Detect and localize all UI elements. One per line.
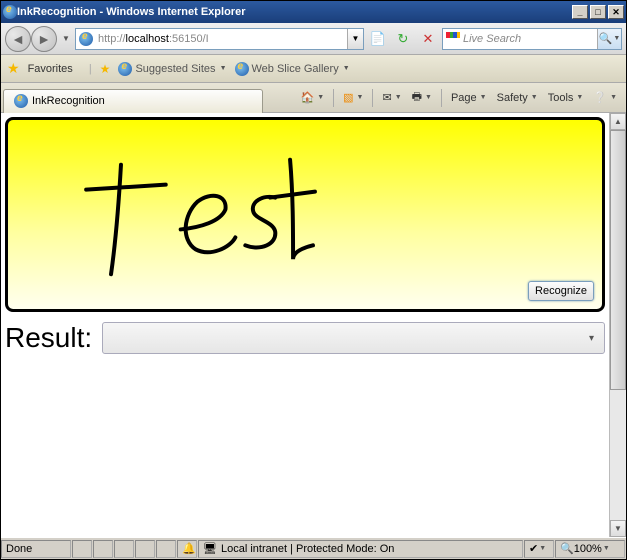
- favorites-label[interactable]: Favorites: [28, 63, 73, 75]
- compat-view-button[interactable]: 📄: [367, 28, 389, 50]
- status-popup-icon[interactable]: 🔔: [177, 540, 197, 558]
- refresh-button[interactable]: ↻: [392, 28, 414, 50]
- tools-menu[interactable]: Tools▼: [545, 90, 587, 106]
- address-bar[interactable]: http://localhost:56150/I ▼: [75, 28, 364, 50]
- back-button[interactable]: ◄: [5, 26, 31, 52]
- ink-strokes: [8, 120, 602, 309]
- scroll-up-button[interactable]: ▲: [610, 113, 626, 130]
- status-bar: Done 🔔 🖥 Local intranet | Protected Mode…: [1, 537, 626, 559]
- favorites-bar: ★ Favorites | ★ Suggested Sites ▼ Web Sl…: [1, 55, 626, 83]
- favorites-star-icon[interactable]: ★: [7, 60, 20, 77]
- ie-icon: [118, 62, 132, 76]
- page-body: Recognize Result: ▾: [1, 113, 609, 537]
- zone-icon: 🖥: [203, 542, 217, 555]
- maximize-button[interactable]: □: [590, 5, 606, 19]
- home-button[interactable]: 🏠▼: [298, 89, 328, 106]
- ie-window: InkRecognition - Windows Internet Explor…: [0, 0, 627, 560]
- print-button[interactable]: 🖶▼: [409, 86, 435, 109]
- status-zone[interactable]: 🖥 Local intranet | Protected Mode: On: [198, 540, 523, 558]
- stop-button[interactable]: ✕: [417, 28, 439, 50]
- zoom-icon: 🔍: [560, 542, 574, 555]
- result-row: Result: ▾: [5, 322, 605, 354]
- help-button[interactable]: ❔▼: [590, 89, 620, 106]
- nav-toolbar: ◄ ► ▼ http://localhost:56150/I ▼ 📄 ↻ ✕ L…: [1, 23, 626, 55]
- command-bar: 🏠▼ ▧▼ ✉▼ 🖶▼ Page▼ Safety▼ Tools▼ ❔▼: [263, 86, 626, 109]
- nav-history-dropdown[interactable]: ▼: [60, 34, 72, 43]
- ink-canvas[interactable]: Recognize: [5, 117, 605, 312]
- search-placeholder: Live Search: [463, 33, 597, 45]
- minimize-button[interactable]: _: [572, 5, 588, 19]
- titlebar[interactable]: InkRecognition - Windows Internet Explor…: [1, 1, 626, 23]
- suggested-sites-link[interactable]: Suggested Sites ▼: [118, 62, 226, 76]
- close-button[interactable]: ✕: [608, 5, 624, 19]
- status-done: Done: [1, 540, 71, 558]
- tab-title: InkRecognition: [32, 95, 105, 107]
- add-favorite-icon[interactable]: ★: [100, 62, 111, 76]
- window-title: InkRecognition - Windows Internet Explor…: [17, 6, 570, 18]
- search-box[interactable]: Live Search 🔍▼: [442, 28, 622, 50]
- status-mode-icon[interactable]: ✔▼: [524, 540, 554, 558]
- chevron-down-icon: ▾: [589, 333, 594, 344]
- search-button[interactable]: 🔍▼: [597, 29, 621, 49]
- recognize-button[interactable]: Recognize: [528, 281, 594, 301]
- scroll-down-button[interactable]: ▼: [610, 520, 626, 537]
- mail-button[interactable]: ✉▼: [379, 89, 404, 106]
- result-combobox[interactable]: ▾: [102, 322, 605, 354]
- result-label: Result:: [5, 322, 92, 354]
- ie-icon: [3, 5, 17, 19]
- vertical-scrollbar[interactable]: ▲ ▼: [609, 113, 626, 537]
- page-menu[interactable]: Page▼: [448, 90, 490, 106]
- browser-tab[interactable]: InkRecognition: [3, 89, 263, 113]
- content-area: Recognize Result: ▾ ▲ ▼: [1, 113, 626, 537]
- ie-icon: [235, 62, 249, 76]
- web-slice-gallery-link[interactable]: Web Slice Gallery ▼: [235, 62, 350, 76]
- forward-button[interactable]: ►: [31, 26, 57, 52]
- page-icon: [79, 32, 93, 46]
- safety-menu[interactable]: Safety▼: [494, 90, 541, 106]
- live-search-icon: [446, 32, 460, 46]
- address-text[interactable]: http://localhost:56150/I: [96, 33, 347, 45]
- scroll-thumb[interactable]: [610, 130, 626, 390]
- tab-icon: [14, 94, 28, 108]
- address-dropdown[interactable]: ▼: [347, 29, 363, 49]
- feeds-button[interactable]: ▧▼: [340, 89, 366, 106]
- zoom-control[interactable]: 🔍 100% ▼: [555, 540, 625, 558]
- tab-row: InkRecognition 🏠▼ ▧▼ ✉▼ 🖶▼ Page▼ Safety▼…: [1, 83, 626, 113]
